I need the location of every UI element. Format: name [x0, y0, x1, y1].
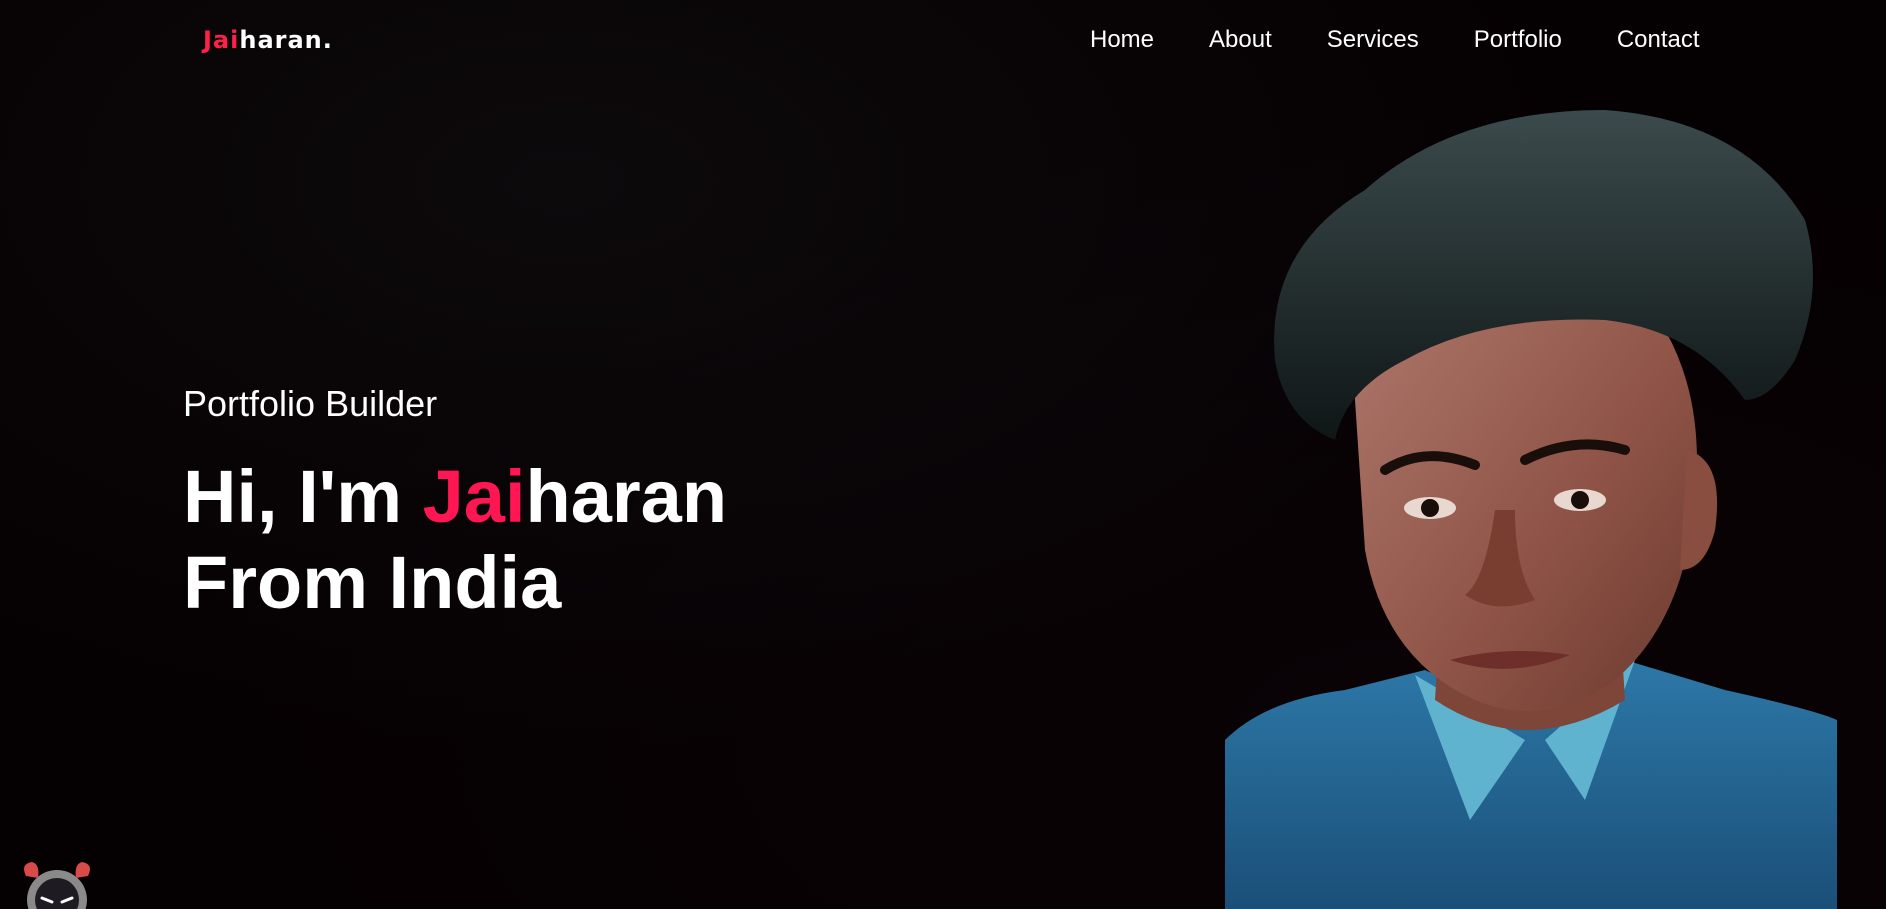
hero-section: Portfolio Builder Hi, I'm Jaiharan From …: [183, 382, 727, 626]
hero-headline: Hi, I'm Jaiharan From India: [183, 454, 727, 626]
hero-subtitle: Portfolio Builder: [183, 383, 438, 424]
nav-link-home[interactable]: Home: [1090, 26, 1154, 54]
headline-prefix: Hi, I'm: [183, 455, 423, 538]
logo-rest: haran.: [239, 26, 333, 54]
profile-photo: [1225, 110, 1837, 909]
nav-link-about[interactable]: About: [1209, 26, 1272, 54]
page: Jaiharan. Home About Services Portfolio …: [0, 0, 1886, 909]
nav-link-services[interactable]: Services: [1327, 26, 1419, 54]
headline-accent: Jai: [422, 455, 526, 538]
nav-link-contact[interactable]: Contact: [1617, 26, 1700, 54]
site-logo[interactable]: Jaiharan.: [203, 26, 333, 54]
robot-mascot-icon[interactable]: [12, 858, 102, 909]
nav-link-portfolio[interactable]: Portfolio: [1474, 26, 1562, 54]
main-nav: Home About Services Portfolio Contact: [1090, 26, 1700, 54]
logo-accent: Jai: [203, 26, 240, 54]
headline-rest: haran: [525, 455, 728, 538]
headline-line2: From India: [183, 541, 562, 624]
